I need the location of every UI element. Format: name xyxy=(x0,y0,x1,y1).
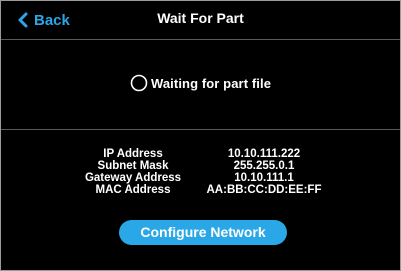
network-row-ip: IP Address 10.10.111.222 xyxy=(83,148,343,160)
subnet-mask-value: 255.255.0.1 xyxy=(233,160,295,172)
wait-for-part-screen: Back Wait For Part Waiting for part file… xyxy=(0,0,401,271)
status-text: Waiting for part file xyxy=(150,75,272,91)
configure-network-button[interactable]: Configure Network xyxy=(119,220,287,245)
network-row-gateway: Gateway Address 10.10.111.1 xyxy=(83,172,343,184)
gateway-address-value: 10.10.111.1 xyxy=(234,172,294,184)
status-row: Waiting for part file xyxy=(1,74,400,92)
subnet-mask-label: Subnet Mask xyxy=(97,160,169,172)
mac-address-value: AA:BB:CC:DD:EE:FF xyxy=(206,184,322,196)
ip-address-label: IP Address xyxy=(103,148,163,160)
gateway-address-label: Gateway Address xyxy=(84,172,182,184)
header-bar: Back Wait For Part xyxy=(1,1,400,40)
ip-address-value: 10.10.111.222 xyxy=(227,148,301,160)
network-row-subnet: Subnet Mask 255.255.0.1 xyxy=(83,160,343,172)
section-divider xyxy=(1,129,400,130)
page-title: Wait For Part xyxy=(157,10,244,26)
network-info-table: IP Address 10.10.111.222 Subnet Mask 255… xyxy=(83,148,343,196)
network-row-mac: MAC Address AA:BB:CC:DD:EE:FF xyxy=(83,184,343,196)
spinner-icon xyxy=(130,74,148,92)
mac-address-label: MAC Address xyxy=(95,184,171,196)
